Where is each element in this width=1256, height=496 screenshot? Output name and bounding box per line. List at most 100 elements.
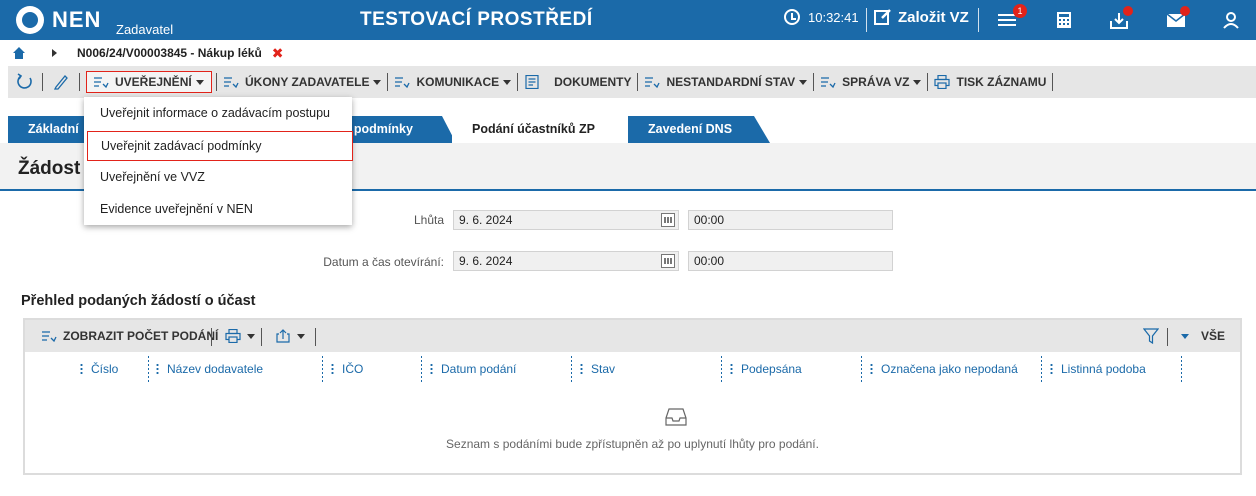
submissions-grid: ZOBRAZIT POČET PODÁNÍ VŠE Číslo Název do… (23, 318, 1242, 475)
home-icon[interactable] (12, 46, 26, 60)
lhuta-time-value: 00:00 (694, 213, 725, 227)
col-datum-podani[interactable]: Datum podání (430, 362, 516, 376)
menu-komunikace-label: KOMUNIKACE (416, 75, 500, 89)
otevirani-date-field[interactable]: 9. 6. 2024 (453, 251, 679, 271)
menu-komunikace[interactable]: KOMUNIKACE (388, 71, 517, 93)
refresh-icon[interactable] (16, 73, 34, 91)
uverejneni-dropdown-menu: Uveřejnit informace o zadávacím postupu … (84, 97, 353, 225)
menu-tisk-label: TISK ZÁZNAMU (956, 75, 1047, 89)
chevron-down-icon (195, 79, 204, 85)
create-vz-label: Založit VZ (898, 8, 969, 26)
column-grip-icon (730, 363, 733, 375)
menu-ukony-zadavatele[interactable]: ÚKONY ZADAVATELE (217, 71, 387, 93)
column-divider[interactable] (861, 356, 862, 384)
column-grip-icon (580, 363, 583, 375)
list-action-icon (395, 77, 411, 89)
toolbar-divider (211, 328, 212, 346)
toolbar-divider (315, 328, 316, 346)
pencil-icon[interactable] (53, 74, 69, 90)
column-grip-icon (80, 363, 83, 375)
menu-item-uverejnit-zadavaci-podminky[interactable]: Uveřejnit zadávací podmínky (87, 131, 353, 161)
col-oznacena-nepodana[interactable]: Označena jako nepodaná (870, 362, 1018, 376)
calendar-icon[interactable] (661, 254, 675, 268)
column-divider[interactable] (421, 356, 422, 384)
chevron-down-icon (373, 79, 382, 85)
list-action-icon (94, 77, 109, 89)
lhuta-time-field[interactable]: 00:00 (688, 210, 893, 230)
lhuta-date-value: 9. 6. 2024 (459, 213, 513, 227)
menu-item-uverejnit-informace[interactable]: Uveřejnit informace o zadávacím postupu (84, 98, 352, 128)
menu-nestandardni-label: NESTANDARDNÍ STAV (666, 75, 796, 89)
column-grip-icon (1050, 363, 1053, 375)
empty-state-message: Seznam s podáními bude zpřístupněn až po… (446, 437, 819, 451)
lhuta-date-field[interactable]: 9. 6. 2024 (453, 210, 679, 230)
user-icon[interactable] (1221, 10, 1241, 30)
menu-item-uverejneni-vvz[interactable]: Uveřejnění ve VVZ (84, 162, 352, 192)
tab-dns-label: Zavedení DNS (648, 122, 733, 136)
column-divider[interactable] (1181, 356, 1182, 384)
list-action-icon (645, 77, 661, 89)
filter-all-select[interactable]: VŠE (1173, 325, 1231, 347)
menu-uverejneni[interactable]: UVEŘEJNĚNÍ (86, 71, 212, 93)
col-listinna-label: Listinná podoba (1061, 362, 1146, 376)
menu-item-evidence-uverejneni[interactable]: Evidence uveřejnění v NEN (84, 194, 352, 224)
close-icon[interactable]: ✖ (272, 45, 284, 62)
edit-icon (874, 9, 891, 25)
chevron-down-icon (247, 333, 255, 339)
create-vz-button[interactable]: Založit VZ (874, 8, 969, 26)
col-cislo-label: Číslo (91, 362, 119, 376)
calculator-icon[interactable] (1054, 10, 1074, 30)
toolbar-divider (1167, 328, 1168, 346)
chevron-down-icon (1181, 333, 1189, 339)
column-divider[interactable] (721, 356, 722, 384)
col-stav[interactable]: Stav (580, 362, 615, 376)
chevron-down-icon (799, 79, 808, 85)
tab-podani-ucastniku[interactable]: Podání účastníků ZP (452, 116, 612, 143)
column-grip-icon (331, 363, 334, 375)
column-grip-icon (430, 363, 433, 375)
column-divider[interactable] (571, 356, 572, 384)
toolbar-divider (261, 328, 262, 346)
column-divider[interactable] (1041, 356, 1042, 384)
toolbar-divider (42, 73, 43, 91)
menu-dokumenty[interactable]: DOKUMENTY (518, 71, 637, 93)
otevirani-time-value: 00:00 (694, 254, 725, 268)
column-grip-icon (156, 363, 159, 375)
menu-tisk-zaznamu[interactable]: TISK ZÁZNAMU (928, 71, 1052, 93)
column-divider[interactable] (148, 356, 149, 384)
grid-toolbar: ZOBRAZIT POČET PODÁNÍ VŠE (25, 320, 1240, 352)
column-divider[interactable] (322, 356, 323, 384)
show-count-button[interactable]: ZOBRAZIT POČET PODÁNÍ (35, 325, 224, 347)
filter-all-label: VŠE (1201, 329, 1226, 343)
col-nazev-dodavatele[interactable]: Název dodavatele (156, 362, 263, 376)
col-stav-label: Stav (591, 362, 616, 376)
print-menu[interactable] (219, 325, 261, 347)
toolbar-divider (79, 73, 80, 91)
nen-logo[interactable]: NEN (16, 6, 101, 34)
col-nazev-label: Název dodavatele (167, 362, 264, 376)
col-podepsana[interactable]: Podepsána (730, 362, 802, 376)
calendar-icon[interactable] (661, 213, 675, 227)
session-clock: 10:32:41 (784, 9, 859, 25)
breadcrumb-arrow-icon (52, 49, 57, 57)
otevirani-date-value: 9. 6. 2024 (459, 254, 513, 268)
column-grip-icon (870, 363, 873, 375)
col-oznacena-label: Označena jako nepodaná (881, 362, 1018, 376)
otevirani-time-field[interactable]: 00:00 (688, 251, 893, 271)
tab-zavedeni-dns[interactable]: Zavedení DNS (628, 116, 754, 143)
breadcrumb-label[interactable]: N006/24/V00003845 - Nákup léků (77, 46, 262, 60)
export-menu[interactable] (269, 325, 311, 347)
menu-uverejneni-label: UVEŘEJNĚNÍ (115, 75, 192, 89)
otevirani-label: Datum a čas otevírání: (323, 255, 444, 269)
col-listinna-podoba[interactable]: Listinná podoba (1050, 362, 1146, 376)
menu-nestandardni-stav[interactable]: NESTANDARDNÍ STAV (638, 71, 813, 93)
col-cislo[interactable]: Číslo (80, 362, 118, 376)
menu-sprava-vz[interactable]: SPRÁVA VZ (814, 71, 927, 93)
toolbar-divider (1052, 73, 1054, 91)
filter-icon[interactable] (1143, 328, 1159, 344)
clock-time: 10:32:41 (808, 9, 859, 25)
logo-circle-icon (16, 6, 44, 34)
overview-title: Přehled podaných žádostí o účast (21, 293, 256, 309)
mail-alert-dot (1180, 6, 1190, 16)
col-ico[interactable]: IČO (331, 362, 363, 376)
